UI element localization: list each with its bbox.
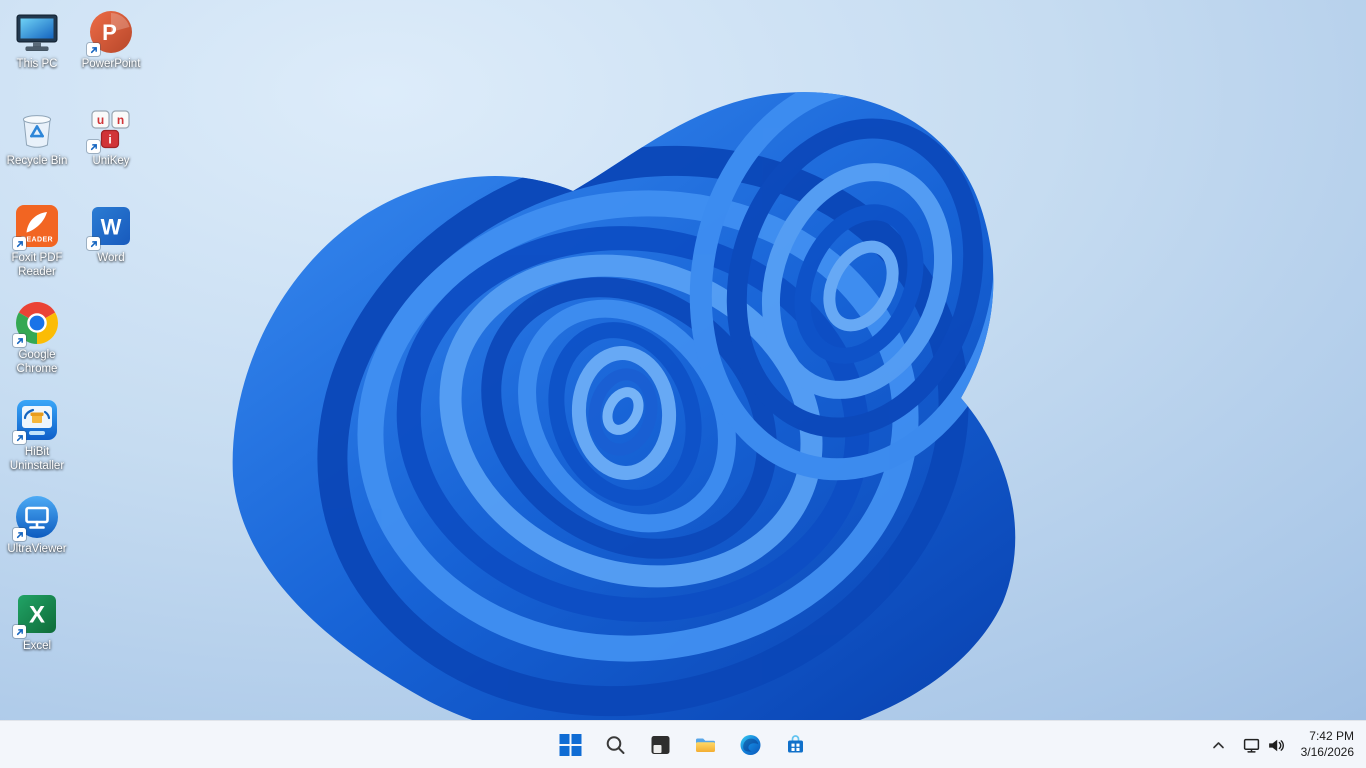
- search-button[interactable]: [596, 724, 636, 766]
- system-tray: 7:42 PM 3/16/2026: [1205, 721, 1360, 768]
- clock-date: 3/16/2026: [1300, 745, 1354, 759]
- taskbar-clock[interactable]: 7:42 PM 3/16/2026: [1295, 724, 1360, 766]
- hibit-uninstaller-icon: [13, 396, 61, 444]
- desktop-icon-label: Foxit PDF Reader: [11, 252, 63, 278]
- edge-icon: [740, 734, 761, 755]
- search-icon: [606, 735, 625, 754]
- tray-status-area[interactable]: [1236, 725, 1291, 765]
- shortcut-arrow-icon: [13, 528, 26, 541]
- desktop-icon-ultraviewer[interactable]: UltraViewer: [0, 493, 74, 590]
- shortcut-arrow-icon: [87, 43, 100, 56]
- tray-overflow-button[interactable]: [1205, 725, 1232, 765]
- svg-text:X: X: [29, 602, 45, 629]
- store-button[interactable]: [776, 724, 816, 766]
- chrome-icon: [13, 299, 61, 347]
- wallpaper-bloom: [232, 92, 1016, 720]
- desktop-icon-label: Word: [97, 252, 125, 264]
- svg-text:P: P: [102, 20, 117, 45]
- excel-icon: X: [13, 590, 61, 638]
- svg-text:i: i: [108, 132, 111, 146]
- task-view-icon: [651, 735, 670, 754]
- shortcut-arrow-icon: [13, 334, 26, 347]
- desktop-icon-label: This PC: [16, 58, 58, 70]
- svg-text:W: W: [101, 215, 122, 240]
- desktop-icon-this-pc[interactable]: This PC: [0, 8, 74, 105]
- chevron-up-icon: [1212, 742, 1224, 749]
- windows-logo-icon: [559, 733, 582, 756]
- foxit-reader-icon: READER: [13, 202, 61, 250]
- ultraviewer-icon: [13, 493, 61, 541]
- powerpoint-icon: P: [87, 8, 135, 56]
- svg-text:n: n: [117, 113, 124, 127]
- desktop-icon-label: Recycle Bin: [6, 155, 68, 167]
- desktop-icon-google-chrome[interactable]: Google Chrome: [0, 299, 74, 396]
- desktop-icon-label: UniKey: [92, 155, 130, 167]
- desktop-icon-label: HiBit Uninstaller: [9, 446, 65, 472]
- volume-icon: [1268, 739, 1284, 751]
- recycle-bin-icon: [13, 105, 61, 153]
- desktop: This PC Recycle Bin READER Foxit PDF Rea…: [0, 0, 1366, 768]
- desktop-icon-label: Excel: [22, 640, 52, 652]
- desktop-icon-excel[interactable]: X Excel: [0, 590, 74, 687]
- desktop-icon-grid: This PC Recycle Bin READER Foxit PDF Rea…: [0, 8, 148, 687]
- folder-icon: [696, 738, 715, 752]
- desktop-icon-unikey[interactable]: u n i UniKey: [74, 105, 148, 202]
- svg-text:u: u: [97, 113, 104, 127]
- desktop-icon-label: UltraViewer: [7, 543, 67, 555]
- desktop-icon-hibit-uninstaller[interactable]: HiBit Uninstaller: [0, 396, 74, 493]
- shortcut-arrow-icon: [87, 140, 100, 153]
- unikey-icon: u n i: [87, 105, 135, 153]
- task-view-button[interactable]: [641, 724, 681, 766]
- shortcut-arrow-icon: [13, 625, 26, 638]
- desktop-icon-powerpoint[interactable]: P PowerPoint: [74, 8, 148, 105]
- file-explorer-button[interactable]: [686, 724, 726, 766]
- edge-button[interactable]: [731, 724, 771, 766]
- desktop-icon-foxit-reader[interactable]: READER Foxit PDF Reader: [0, 202, 74, 299]
- taskbar: 7:42 PM 3/16/2026: [0, 720, 1366, 768]
- start-button[interactable]: [551, 724, 591, 766]
- desktop-icon-label: PowerPoint: [81, 58, 141, 70]
- word-icon: W: [87, 202, 135, 250]
- shortcut-arrow-icon: [13, 431, 26, 444]
- store-icon: [788, 734, 803, 752]
- network-icon: [1243, 738, 1259, 753]
- this-pc-icon: [13, 8, 61, 56]
- taskbar-center-icons: [551, 724, 816, 766]
- desktop-icon-recycle-bin[interactable]: Recycle Bin: [0, 105, 74, 202]
- desktop-icon-word[interactable]: W Word: [74, 202, 148, 299]
- shortcut-arrow-icon: [13, 237, 26, 250]
- clock-time: 7:42 PM: [1309, 729, 1354, 744]
- shortcut-arrow-icon: [87, 237, 100, 250]
- desktop-icon-label: Google Chrome: [16, 349, 58, 375]
